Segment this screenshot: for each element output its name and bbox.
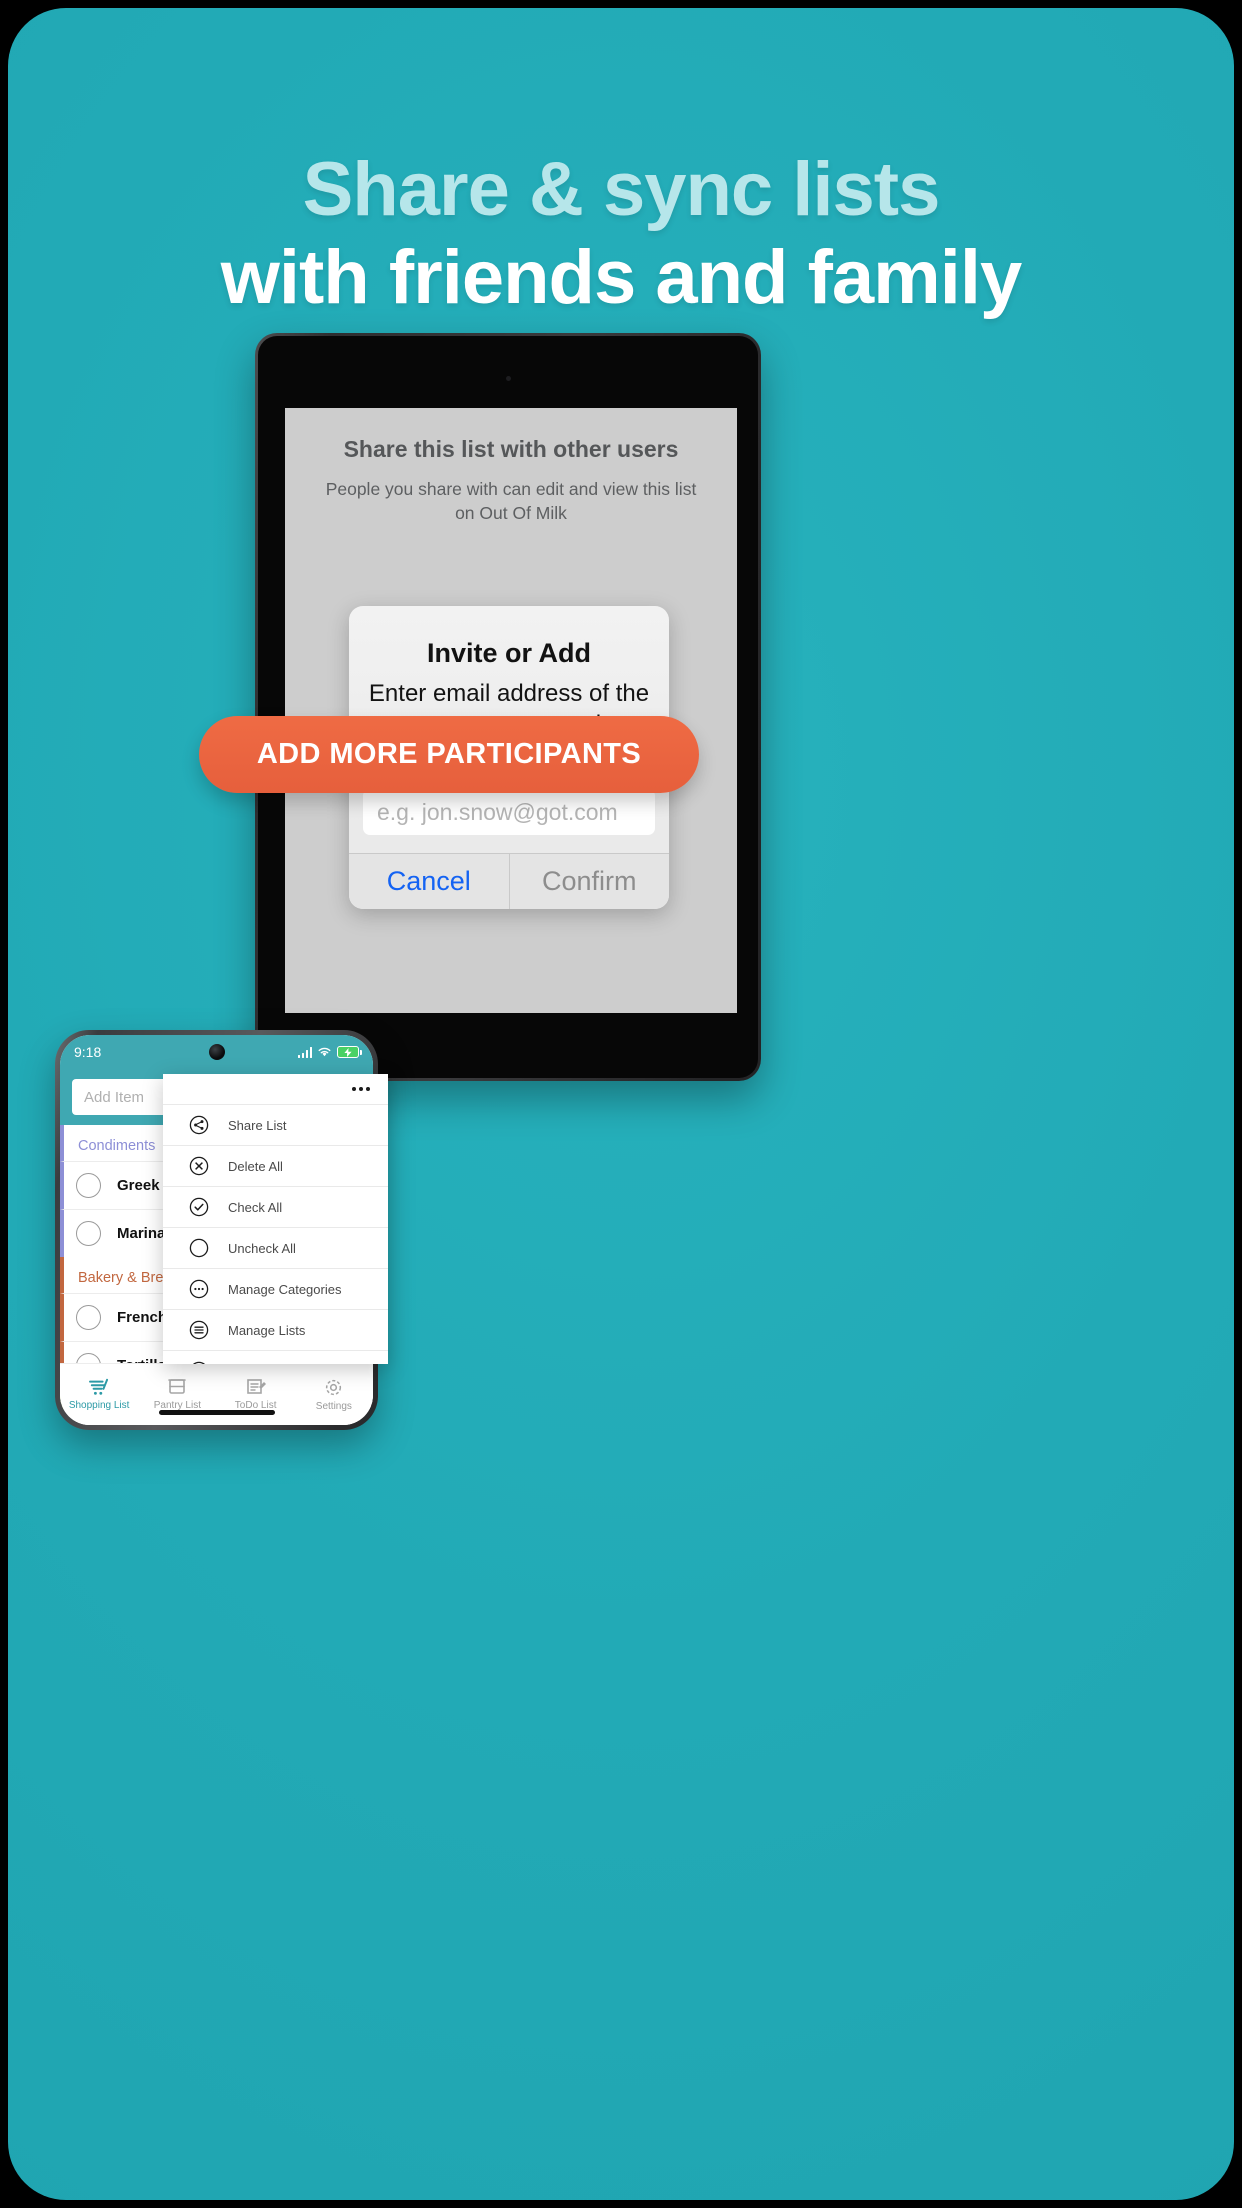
share-icon xyxy=(189,1115,209,1135)
menu-item-delete-all[interactable]: Delete All xyxy=(163,1145,388,1186)
check-circle-icon xyxy=(189,1197,209,1217)
tab-settings[interactable]: Settings xyxy=(295,1364,373,1425)
share-sheet-title: Share this list with other users xyxy=(343,436,679,462)
confirm-button[interactable]: Confirm xyxy=(509,854,669,909)
pantry-icon xyxy=(168,1379,187,1394)
menu-item-label: Delete All xyxy=(228,1158,283,1174)
status-time: 9:18 xyxy=(74,1044,102,1060)
tab-todo-list[interactable]: ToDo List xyxy=(217,1364,295,1425)
share-sheet-subtitle: People you share with can edit and view … xyxy=(325,479,697,524)
overflow-menu: Share List Delete All Check All Uncheck All… xyxy=(163,1074,388,1364)
item-checkbox[interactable] xyxy=(76,1305,101,1330)
tab-shopping-list[interactable]: Shopping List xyxy=(60,1364,138,1425)
item-checkbox[interactable] xyxy=(76,1173,101,1198)
screenshot-root: Share & sync lists with friends and fami… xyxy=(0,0,1242,2208)
tab-label: Settings xyxy=(315,1400,352,1412)
menu-item-check-all[interactable]: Check All xyxy=(163,1186,388,1227)
menu-item-manage-lists[interactable]: Manage Lists xyxy=(163,1309,388,1350)
headline-line-2: with friends and family xyxy=(220,234,1022,320)
empty-circle-icon xyxy=(189,1238,209,1258)
phone-camera-icon xyxy=(208,1044,225,1060)
cancel-button[interactable]: Cancel xyxy=(349,854,510,909)
todo-icon xyxy=(246,1379,266,1394)
bottom-tab-bar: Shopping List Pantry List ToDo List Sett… xyxy=(60,1363,373,1425)
menu-item-label: Share List xyxy=(228,1117,287,1133)
cart-icon xyxy=(89,1378,109,1395)
tab-label: Shopping List xyxy=(68,1400,130,1411)
wifi-icon xyxy=(318,1047,331,1057)
tab-pantry-list[interactable]: Pantry List xyxy=(138,1364,216,1425)
disable-circle-icon xyxy=(192,1361,206,1364)
menu-item-label: Manage Lists xyxy=(228,1322,306,1338)
menu-item-label: Disable Categories xyxy=(228,1364,338,1365)
dots-circle-icon xyxy=(189,1279,209,1299)
invite-dialog-title: Invite or Add xyxy=(426,638,591,668)
overflow-dots-icon[interactable] xyxy=(163,1074,388,1104)
menu-item-label: Manage Categories xyxy=(228,1281,342,1297)
add-more-participants-button[interactable]: ADD MORE PARTICIPANTS xyxy=(199,716,699,793)
headline-line-1: Share & sync lists xyxy=(302,147,941,232)
x-circle-icon xyxy=(189,1156,209,1176)
menu-item-manage-categories[interactable]: Manage Categories xyxy=(163,1268,388,1309)
home-indicator xyxy=(158,1410,275,1415)
email-field[interactable]: e.g. jon.snow@got.com xyxy=(363,789,655,835)
gear-icon xyxy=(326,1379,342,1395)
signal-icon xyxy=(297,1046,312,1058)
status-indicators xyxy=(297,1046,362,1058)
page-title: Share & sync lists with friends and fami… xyxy=(8,150,1234,318)
tablet-camera-icon xyxy=(506,376,511,381)
menu-item-label: Check All xyxy=(228,1199,283,1215)
battery-icon xyxy=(337,1046,362,1058)
promo-panel: Share & sync lists with friends and fami… xyxy=(8,8,1234,2200)
menu-item-uncheck-all[interactable]: Uncheck All xyxy=(163,1227,388,1268)
invite-dialog-actions: Cancel Confirm xyxy=(349,853,669,909)
item-checkbox[interactable] xyxy=(76,1221,101,1246)
menu-item-share-list[interactable]: Share List xyxy=(163,1104,388,1145)
menu-item-disable-categories[interactable]: Disable Categories xyxy=(163,1350,388,1364)
menu-item-label: Uncheck All xyxy=(228,1240,296,1256)
list-circle-icon xyxy=(189,1320,209,1340)
